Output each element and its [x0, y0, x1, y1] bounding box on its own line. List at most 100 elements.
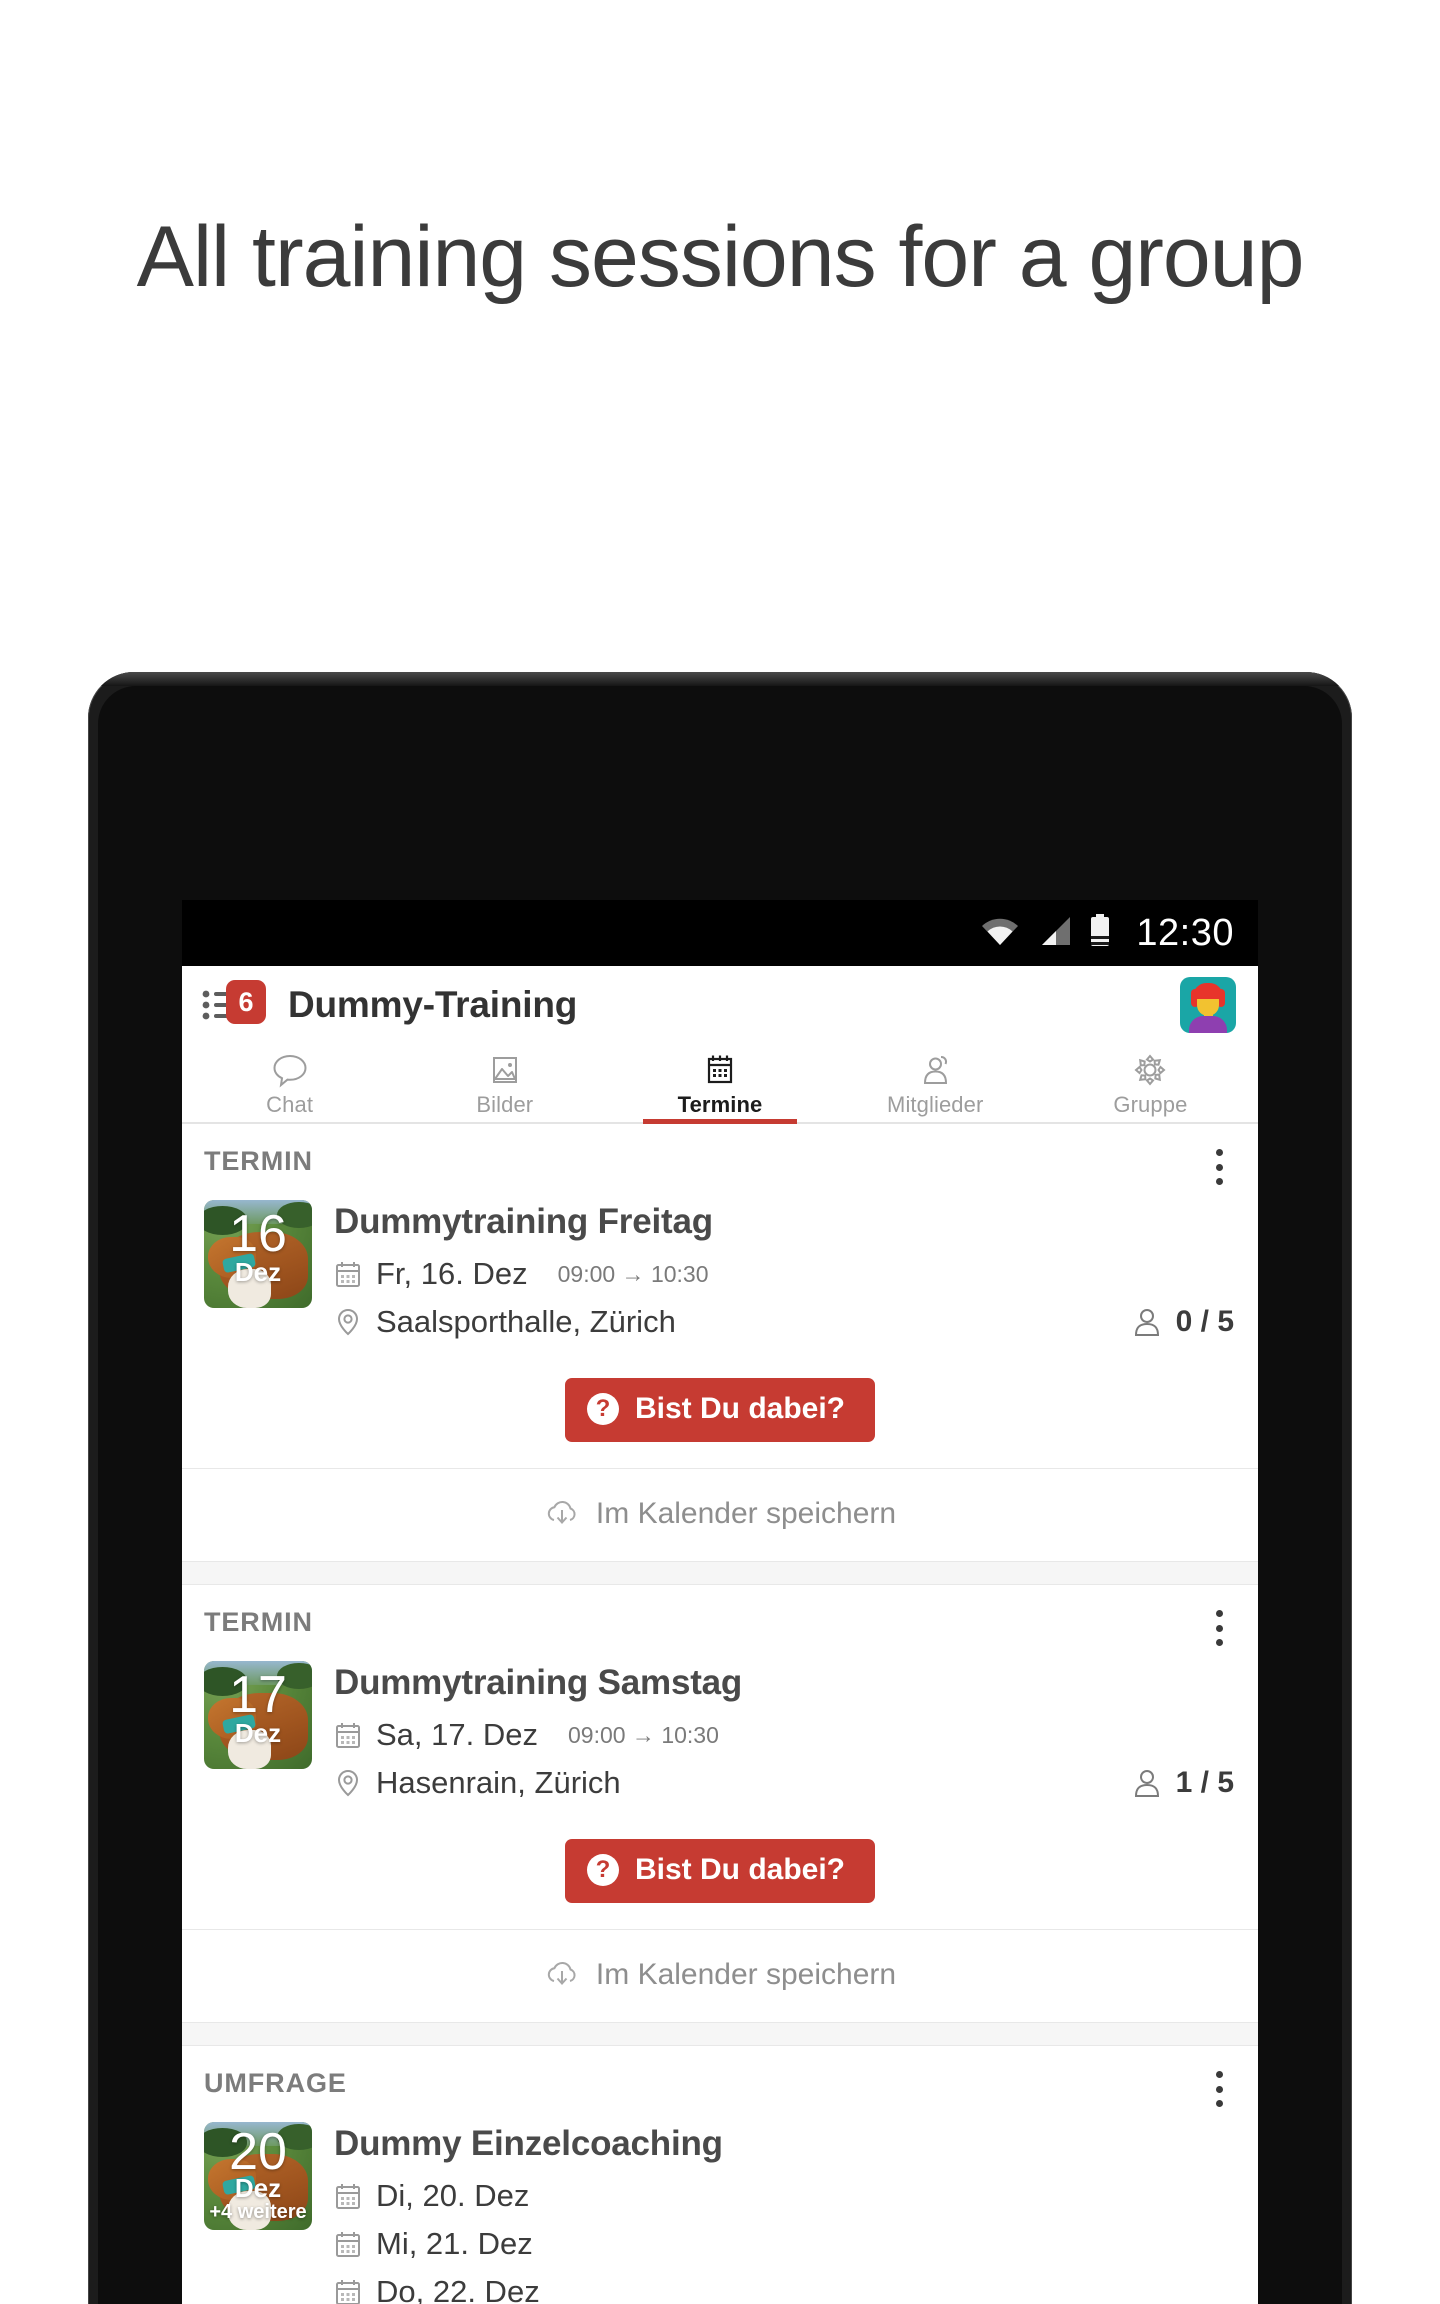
join-question-button[interactable]: ? Bist Du dabei? — [564, 1839, 875, 1903]
poll-card[interactable]: UMFRAGE 20 Dez +4 weitere Dummy Einzelco… — [182, 2046, 1258, 2304]
cta-wrap: ? Bist Du dabei? — [182, 1352, 1258, 1468]
thumb-month: Dez — [234, 1257, 282, 1287]
card-body: 17 Dez Dummytraining Samstag Sa, 17. Dez… — [182, 1653, 1258, 1813]
join-question-button[interactable]: ? Bist Du dabei? — [564, 1378, 875, 1442]
appointment-title: Dummytraining Samstag — [334, 1663, 743, 1702]
date-thumbnail: 16 Dez — [204, 1200, 312, 1308]
gear-icon — [1134, 1053, 1166, 1086]
group-title: Dummy-Training — [288, 984, 578, 1025]
thumb-day: 16 — [229, 1205, 287, 1263]
photo-icon — [492, 1056, 517, 1083]
tab-underline — [1073, 1119, 1228, 1124]
avatar[interactable] — [1180, 977, 1236, 1033]
calendar-icon — [336, 2280, 360, 2304]
tab-bar: Chat Bilder Termine Mitglieder Gruppe — [182, 1044, 1258, 1124]
tab-bilder[interactable]: Bilder — [397, 1044, 612, 1122]
poll-date-row: Mi, 21. Dez — [334, 2226, 1236, 2262]
poll-date: Mi, 21. Dez — [376, 2226, 533, 2261]
card-kind-label: TERMIN — [204, 1607, 313, 1637]
question-mark-icon: ? — [586, 1393, 619, 1425]
appointment-time: 09:00 → 10:30 — [567, 1721, 719, 1748]
cloud-download-icon — [547, 1501, 576, 1524]
attendee-icon — [1134, 1770, 1159, 1797]
date-thumbnail: 17 Dez — [204, 1661, 312, 1769]
app-bar: 6 Dummy-Training — [182, 966, 1258, 1044]
card-info: Dummytraining Samstag Sa, 17. Dez 09:00 … — [334, 1661, 1236, 1813]
appointment-date: Sa, 17. Dez — [376, 1717, 538, 1752]
card-separator — [182, 1561, 1258, 1585]
card-info: Dummy Einzelcoaching Di, 20. Dez Mi, 21.… — [334, 2122, 1236, 2304]
join-question-label: Bist Du dabei? — [634, 1853, 845, 1886]
appointment-location: Hasenrain, Zürich — [376, 1765, 621, 1800]
cloud-download-icon — [547, 1962, 576, 1985]
device-screen: 12:30 6 Dummy-Training Chat Bilder Termi… — [182, 900, 1258, 2304]
save-to-calendar-label: Im Kalender speichern — [595, 1958, 897, 1991]
location-row: Hasenrain, Zürich 1 / 5 — [334, 1765, 1236, 1801]
calendar-icon — [707, 1055, 733, 1083]
save-to-calendar-button[interactable]: Im Kalender speichern — [182, 1468, 1258, 1561]
tab-label: Mitglieder — [887, 1091, 984, 1117]
date-thumbnail: 20 Dez +4 weitere — [204, 2122, 312, 2230]
cta-wrap: ? Bist Du dabei? — [182, 1813, 1258, 1929]
calendar-icon — [336, 1262, 360, 1287]
kebab-menu-icon[interactable] — [1202, 2068, 1236, 2110]
card-kind-label: TERMIN — [204, 1146, 313, 1176]
save-to-calendar-label: Im Kalender speichern — [595, 1497, 897, 1530]
attendance: 0 / 5 — [1130, 1305, 1236, 1339]
status-bar: 12:30 — [182, 900, 1258, 966]
avatar-hair-top — [1193, 983, 1223, 999]
appointment-card[interactable]: TERMIN 16 Dez Dummytraining Freitag Fr, … — [182, 1124, 1258, 1561]
appointment-card[interactable]: TERMIN 17 Dez Dummytraining Samstag Sa, … — [182, 1585, 1258, 2022]
avatar-body — [1189, 1016, 1227, 1033]
attendance: 1 / 5 — [1130, 1766, 1236, 1800]
location-pin-icon — [337, 1769, 359, 1797]
list-menu-button[interactable]: 6 — [202, 980, 266, 1028]
tab-mitglieder[interactable]: Mitglieder — [828, 1044, 1043, 1122]
attendee-icon — [1134, 1309, 1159, 1336]
members-icon — [924, 1055, 948, 1084]
promo-page: All training sessions for a group 12:30 … — [0, 0, 1440, 2304]
card-info: Dummytraining Freitag Fr, 16. Dez 09:00 … — [334, 1200, 1236, 1352]
page-title: All training sessions for a group — [136, 209, 1305, 305]
card-body: 16 Dez Dummytraining Freitag Fr, 16. Dez… — [182, 1192, 1258, 1352]
tab-label: Bilder — [476, 1091, 534, 1117]
thumb-day: 20 — [229, 2123, 287, 2181]
location-pin-icon — [337, 1308, 359, 1336]
card-kind-label: UMFRAGE — [204, 2068, 347, 2098]
thumb-month: Dez — [234, 2173, 282, 2203]
attendance-count: 0 / 5 — [1175, 1305, 1234, 1338]
thumb-month: Dez — [234, 1718, 282, 1748]
device-top-edge — [88, 672, 1352, 686]
tab-label: Termine — [677, 1091, 763, 1117]
speech-bubble-icon — [273, 1054, 307, 1087]
tab-termine[interactable]: Termine — [612, 1044, 827, 1124]
tab-underline — [212, 1119, 367, 1124]
termine-list: TERMIN 16 Dez Dummytraining Freitag Fr, … — [182, 1124, 1258, 2304]
appointment-location: Saalsporthalle, Zürich — [376, 1304, 676, 1339]
date-row: Fr, 16. Dez 09:00 → 10:30 — [334, 1256, 1236, 1292]
card-header: TERMIN — [182, 1585, 1258, 1653]
save-to-calendar-button[interactable]: Im Kalender speichern — [182, 1929, 1258, 2022]
unread-badge: 6 — [226, 980, 266, 1024]
attendance-count: 1 / 5 — [1175, 1766, 1234, 1799]
tab-underline — [427, 1119, 582, 1124]
tab-underline — [642, 1119, 798, 1124]
status-bar-clock: 12:30 — [1136, 911, 1234, 954]
tab-underline — [858, 1119, 1013, 1124]
tab-chat[interactable]: Chat — [182, 1044, 397, 1122]
card-header: UMFRAGE — [182, 2046, 1258, 2114]
appointment-date: Fr, 16. Dez — [376, 1256, 528, 1291]
kebab-menu-icon[interactable] — [1202, 1607, 1236, 1649]
calendar-icon — [336, 2184, 360, 2209]
poll-title: Dummy Einzelcoaching — [334, 2124, 723, 2163]
appointment-time: 09:00 → 10:30 — [557, 1260, 709, 1287]
tab-gruppe[interactable]: Gruppe — [1043, 1044, 1258, 1122]
card-body: 20 Dez +4 weitere Dummy Einzelcoaching D… — [182, 2114, 1258, 2304]
poll-date: Do, 22. Dez — [376, 2274, 540, 2304]
battery-icon — [1088, 913, 1112, 953]
kebab-menu-icon[interactable] — [1202, 1146, 1236, 1188]
thumb-more-count: +4 weitere — [209, 2201, 307, 2223]
cellular-signal-icon — [1036, 915, 1072, 952]
tab-label: Chat — [266, 1091, 314, 1117]
poll-date: Di, 20. Dez — [376, 2178, 530, 2213]
